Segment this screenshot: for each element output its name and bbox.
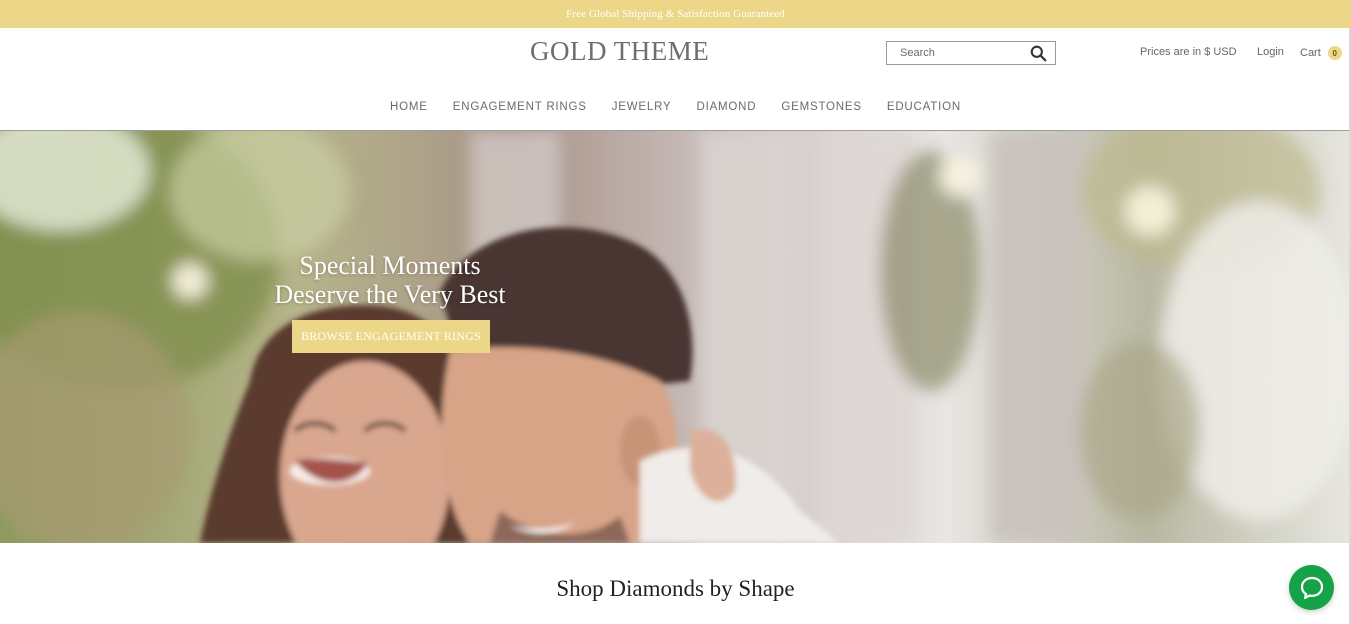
nav-item-education[interactable]: EDUCATION	[887, 101, 961, 121]
login-link[interactable]: Login	[1257, 46, 1284, 58]
nav-item-jewelry[interactable]: JEWELRY	[612, 101, 672, 121]
search-box	[886, 41, 1056, 65]
nav-item-diamond[interactable]: DIAMOND	[696, 101, 756, 121]
hero-image	[0, 131, 1351, 543]
chat-icon	[1300, 576, 1323, 599]
hero-headline: Special Moments Deserve the Very Best	[250, 251, 530, 309]
hero-headline-line-2: Deserve the Very Best	[274, 280, 506, 309]
site-header: GOLD THEME Prices are in $ USD Login Car…	[0, 28, 1351, 131]
cart-count-badge: 0	[1327, 46, 1342, 60]
search-icon[interactable]	[1030, 45, 1047, 62]
hero-headline-line-1: Special Moments	[299, 251, 481, 280]
currency-selector[interactable]: Prices are in $ USD	[1140, 46, 1237, 58]
nav-item-gemstones[interactable]: GEMSTONES	[781, 101, 861, 121]
cart-label: Cart	[1300, 47, 1321, 59]
search-input[interactable]	[887, 42, 1017, 64]
hero-banner: Special Moments Deserve the Very Best BR…	[0, 131, 1351, 543]
chat-button[interactable]	[1289, 565, 1334, 610]
announcement-text: Free Global Shipping & Satisfaction Guar…	[566, 8, 785, 20]
nav-item-engagement-rings[interactable]: ENGAGEMENT RINGS	[453, 101, 587, 121]
nav-item-home[interactable]: HOME	[390, 101, 428, 121]
shop-by-shape-heading: Shop Diamonds by Shape	[556, 576, 795, 601]
cart-link[interactable]: Cart 0	[1300, 46, 1342, 60]
browse-engagement-rings-button[interactable]: BROWSE ENGAGEMENT RINGS	[292, 320, 490, 353]
announcement-bar: Free Global Shipping & Satisfaction Guar…	[0, 0, 1351, 28]
site-logo[interactable]: GOLD THEME	[530, 36, 710, 67]
main-nav: HOME ENGAGEMENT RINGS JEWELRY DIAMOND GE…	[0, 101, 1351, 121]
